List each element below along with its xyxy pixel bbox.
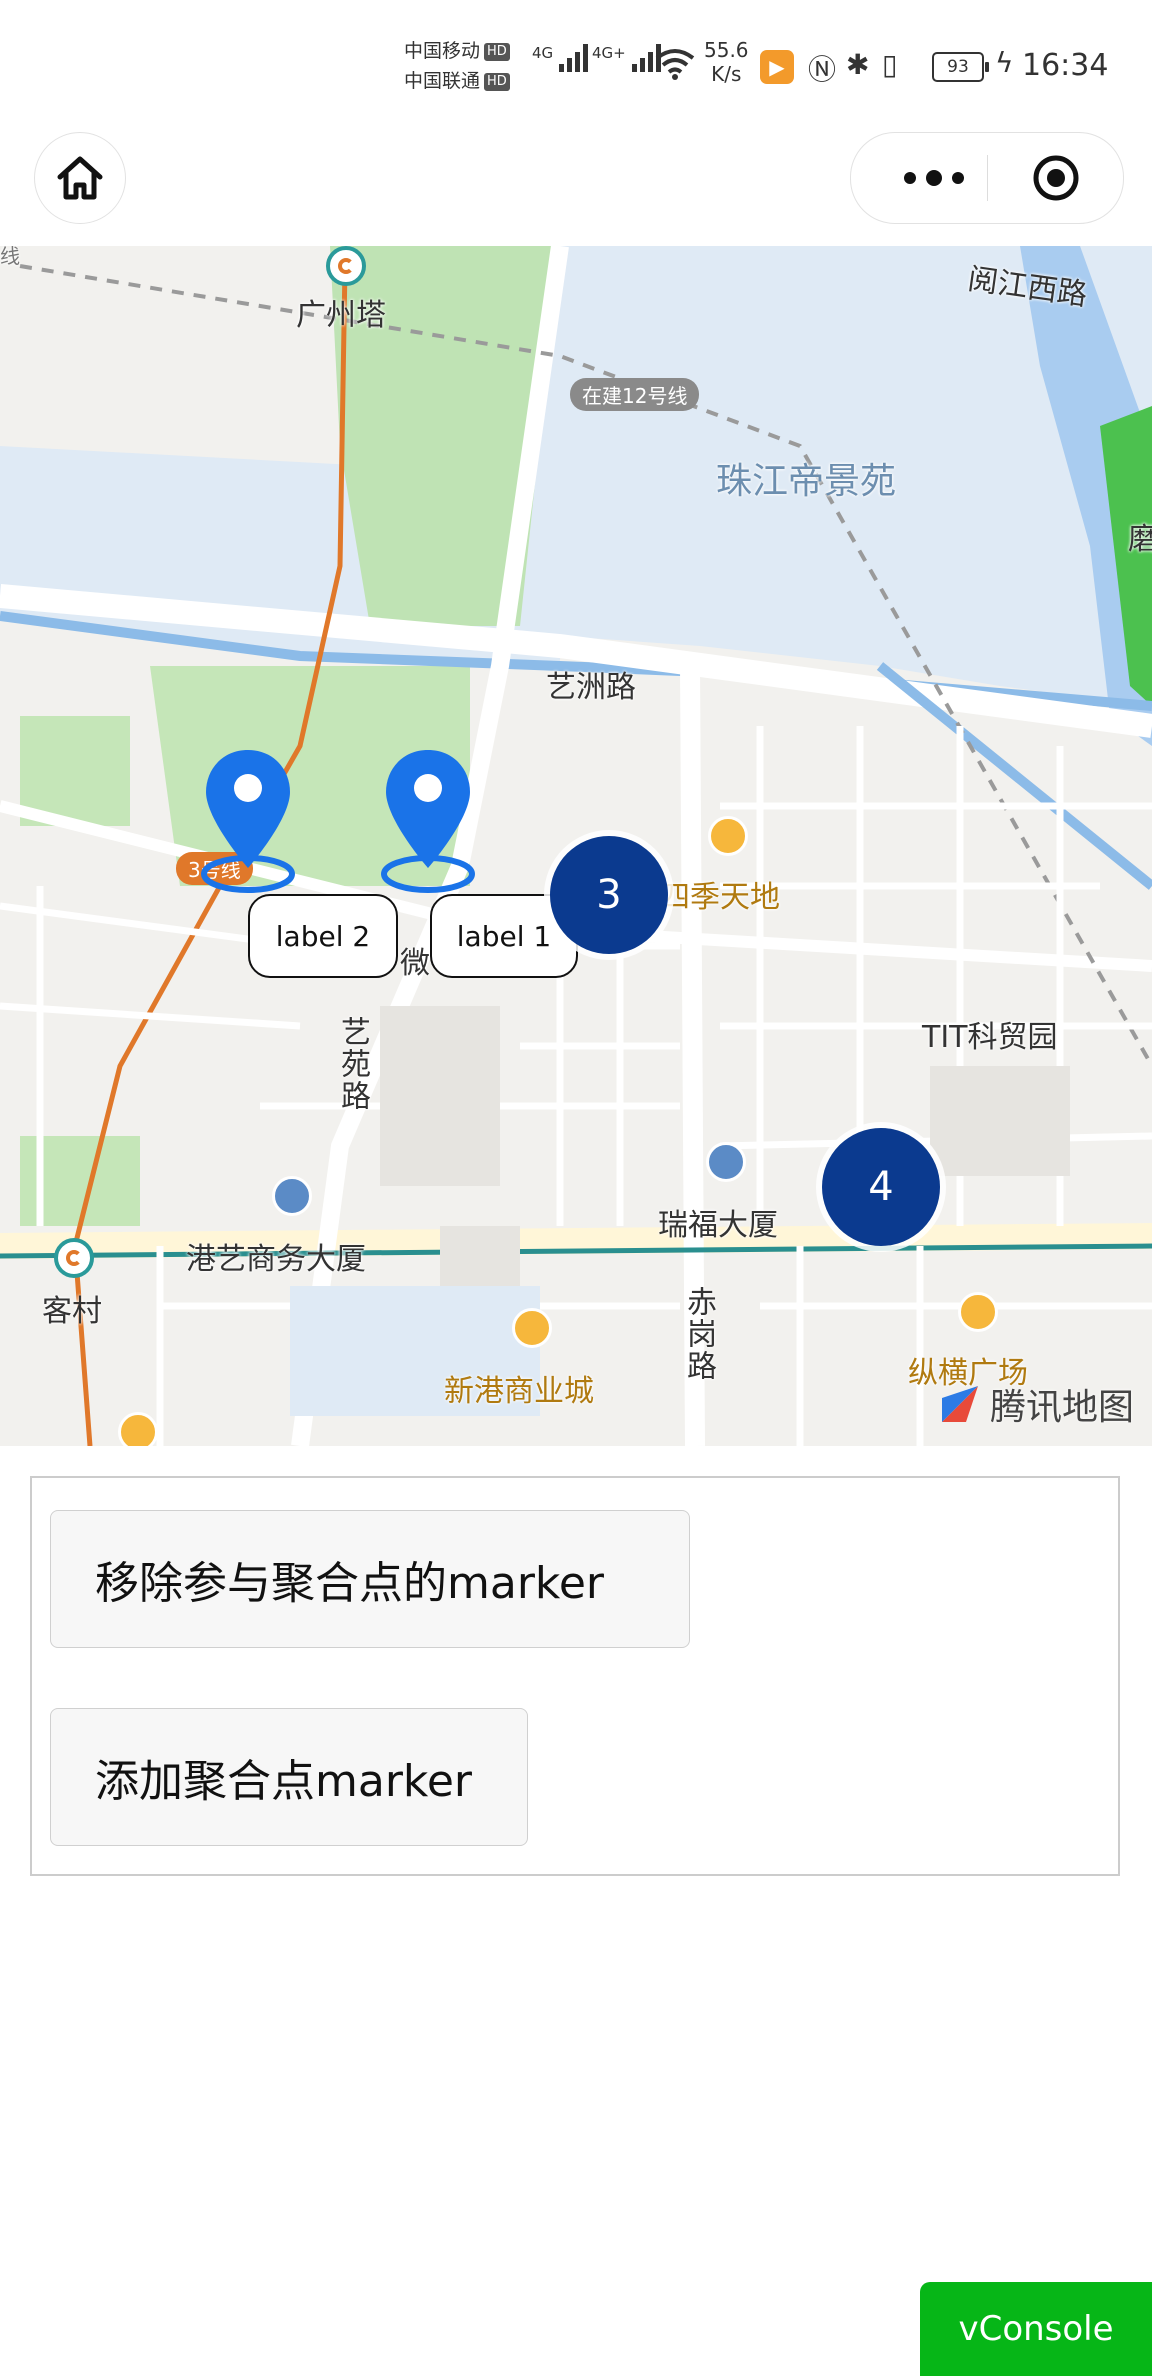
poi-mall-icon bbox=[118, 1412, 158, 1446]
map-label-zhujiang-dijingyuan: 珠江帝景苑 bbox=[716, 461, 897, 502]
carrier-2: 中国联通 bbox=[404, 70, 481, 92]
tencent-map-logo: 腾讯地图 bbox=[938, 1378, 1134, 1430]
charging-icon: ϟ bbox=[995, 46, 1014, 79]
network-type-1: 4G bbox=[532, 44, 554, 62]
metro-station-icon bbox=[54, 1238, 94, 1278]
more-dots-icon bbox=[904, 172, 916, 184]
battery-indicator: 93 bbox=[932, 52, 989, 82]
tencent-map-logo-text: 腾讯地图 bbox=[989, 1387, 1134, 1428]
map-label-chigang-road: 赤岗路 bbox=[681, 1286, 716, 1382]
speed-unit: K/s bbox=[711, 62, 742, 86]
app-notification-icon: ▶ bbox=[760, 50, 794, 84]
capsule-divider bbox=[987, 155, 988, 201]
map-marker-2-icon[interactable] bbox=[198, 746, 298, 896]
home-button[interactable] bbox=[34, 132, 126, 224]
tencent-map-logo-icon bbox=[941, 1386, 978, 1422]
wifi-icon bbox=[655, 49, 695, 80]
map-label-wei: 微 bbox=[400, 946, 430, 981]
hd-badge-1: HD bbox=[484, 42, 510, 61]
map-label-tit-park: TIT科贸园 bbox=[922, 1020, 1058, 1055]
map-label-ruifu-building: 瑞福大厦 bbox=[658, 1208, 778, 1243]
vconsole-button[interactable]: vConsole bbox=[920, 2282, 1152, 2376]
signal-icon-1: 4G bbox=[532, 44, 589, 72]
map-label-xingang-mall: 新港商业城 bbox=[444, 1374, 594, 1409]
poi-building-icon bbox=[706, 1142, 746, 1182]
map-view[interactable]: 广州塔 线 阅江西路 在建12号线 珠江帝景苑 磨 艺洲路 四季天地 微 艺苑路… bbox=[0, 246, 1152, 1446]
clock: 16:34 bbox=[1022, 48, 1109, 83]
miniprogram-capsule bbox=[850, 132, 1124, 224]
map-label-yiyuan-road: 艺苑路 bbox=[335, 1016, 370, 1112]
poi-mall-icon bbox=[708, 816, 748, 856]
map-label-kecun: 客村 bbox=[42, 1294, 102, 1329]
carrier-info: 中国移动 HD 中国联通 HD bbox=[404, 36, 510, 96]
map-label-line12-building: 在建12号线 bbox=[570, 378, 700, 411]
hd-badge-2: HD bbox=[484, 72, 510, 91]
nfc-icon: Ⓝ bbox=[808, 53, 837, 86]
remove-cluster-markers-button[interactable]: 移除参与聚合点的marker bbox=[50, 1510, 690, 1648]
home-icon bbox=[57, 156, 103, 200]
map-marker-1-icon[interactable] bbox=[378, 746, 478, 896]
map-label-gangyi-business: 港艺商务大厦 bbox=[186, 1242, 366, 1277]
bluetooth-icon: ✱ bbox=[846, 48, 870, 81]
network-speed: 55.6 K/s bbox=[704, 38, 749, 86]
map-label-four-seasons: 四季天地 bbox=[660, 880, 780, 915]
cluster-marker-4[interactable]: 4 bbox=[822, 1128, 940, 1246]
map-label-mo: 磨 bbox=[1128, 522, 1152, 557]
poi-mall-icon bbox=[958, 1292, 998, 1332]
map-label-line-edge: 线 bbox=[0, 246, 20, 268]
signal-icon-2: 4G+ bbox=[592, 44, 661, 72]
network-type-2: 4G+ bbox=[592, 44, 626, 62]
marker-label-2[interactable]: label 2 bbox=[248, 894, 398, 978]
poi-mall-icon bbox=[512, 1308, 552, 1348]
cluster-marker-3[interactable]: 3 bbox=[550, 836, 668, 954]
map-label-yizhou-road: 艺洲路 bbox=[546, 670, 636, 705]
map-label-guangzhou-tower: 广州塔 bbox=[296, 298, 386, 333]
close-target-icon[interactable] bbox=[1032, 154, 1080, 202]
more-menu-button[interactable] bbox=[887, 133, 981, 223]
carrier-1: 中国移动 bbox=[404, 40, 481, 62]
speed-value: 55.6 bbox=[704, 38, 749, 62]
add-cluster-markers-button[interactable]: 添加聚合点marker bbox=[50, 1708, 528, 1846]
status-bar: 中国移动 HD 中国联通 HD 4G 4G+ 55.6 K/s ▶ Ⓝ ✱ ▯ 93… bbox=[0, 0, 1152, 130]
vibrate-icon: ▯ bbox=[882, 48, 898, 81]
poi-building-icon bbox=[272, 1176, 312, 1216]
metro-station-icon bbox=[326, 246, 366, 286]
control-panel: 移除参与聚合点的marker 添加聚合点marker bbox=[30, 1476, 1120, 1876]
